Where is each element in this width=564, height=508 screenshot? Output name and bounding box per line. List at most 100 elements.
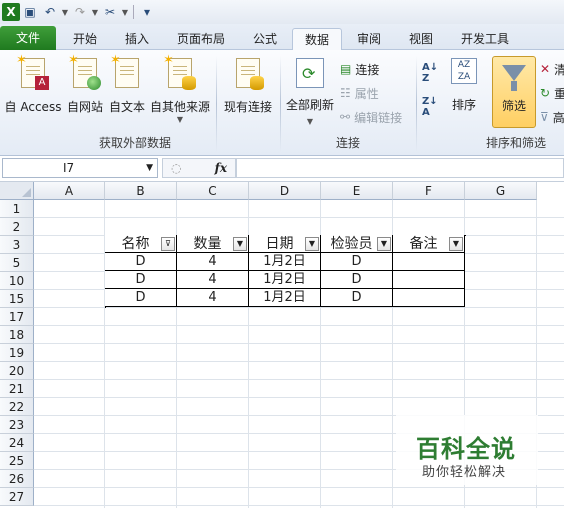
- edit-links-button[interactable]: ⚯ 编辑链接: [340, 108, 402, 126]
- filter-button[interactable]: 筛选: [492, 56, 536, 128]
- header-cell-date[interactable]: 日期 ▼: [249, 235, 321, 253]
- clear-filter-button[interactable]: ✕ 清: [540, 60, 564, 78]
- clear-filter-icon: ✕: [540, 62, 551, 76]
- cell-quantity[interactable]: 4: [177, 253, 249, 271]
- undo-dropdown-icon[interactable]: ▼: [60, 2, 70, 22]
- row-header[interactable]: 5: [0, 254, 34, 272]
- sort-descending-button[interactable]: Z↓ A: [422, 96, 438, 118]
- cell-name[interactable]: D: [105, 289, 177, 307]
- gridline: [34, 361, 564, 362]
- row-header[interactable]: 21: [0, 380, 34, 398]
- header-cell-remarks[interactable]: 备注 ▼: [393, 235, 465, 253]
- row-header[interactable]: 22: [0, 398, 34, 416]
- row-header[interactable]: 27: [0, 488, 34, 506]
- row-header[interactable]: 10: [0, 272, 34, 290]
- column-header-d[interactable]: D: [249, 182, 321, 200]
- excel-logo-icon[interactable]: X: [2, 3, 20, 21]
- save-icon[interactable]: ▣: [20, 2, 40, 22]
- tab-view[interactable]: 视图: [396, 28, 446, 50]
- row-header[interactable]: 20: [0, 362, 34, 380]
- cell-inspector-text: D: [351, 290, 362, 305]
- advanced-filter-button[interactable]: ⊽ 高: [540, 108, 564, 126]
- cell-date-text: 1月2日: [263, 272, 306, 287]
- filter-dropdown-icon[interactable]: ▼: [305, 237, 319, 251]
- row-header[interactable]: 15: [0, 290, 34, 308]
- column-header-a[interactable]: A: [34, 182, 105, 200]
- filter-dropdown-icon[interactable]: ▼: [377, 237, 391, 251]
- from-other-sources-button[interactable]: ✶ 自其他来源 ▼: [148, 53, 212, 124]
- from-text-button[interactable]: ✶ 自文本: [106, 53, 148, 115]
- cell-date[interactable]: 1月2日: [249, 289, 321, 307]
- existing-connections-button[interactable]: 现有连接: [220, 58, 276, 115]
- cell-date[interactable]: 1月2日: [249, 253, 321, 271]
- tools-icon[interactable]: ✂: [100, 2, 120, 22]
- filter-dropdown-icon[interactable]: ▼: [233, 237, 247, 251]
- connections-button[interactable]: ▤ 连接: [340, 60, 379, 78]
- reapply-button[interactable]: ↻ 重: [540, 84, 564, 102]
- column-header-e[interactable]: E: [321, 182, 393, 200]
- header-cell-name[interactable]: 名称 ⊽: [105, 235, 177, 253]
- row-header[interactable]: 3: [0, 236, 34, 254]
- from-web-button[interactable]: ✶ 自网站: [64, 53, 106, 115]
- name-box-dropdown-icon[interactable]: ▼: [146, 159, 153, 177]
- column-header-b[interactable]: B: [105, 182, 177, 200]
- watermark: 百科全说 助你轻松解决: [396, 415, 538, 485]
- dropdown-arrow-icon: ▼: [176, 115, 184, 124]
- cell-remarks[interactable]: [393, 289, 465, 307]
- cell-date[interactable]: 1月2日: [249, 271, 321, 289]
- column-header-g[interactable]: G: [465, 182, 537, 200]
- column-header-c[interactable]: C: [177, 182, 249, 200]
- cell-name[interactable]: D: [105, 271, 177, 289]
- group-separator: [280, 56, 281, 152]
- row-header[interactable]: 19: [0, 344, 34, 362]
- column-header-f[interactable]: F: [393, 182, 465, 200]
- tab-formulas[interactable]: 公式: [240, 28, 290, 50]
- tab-page-layout[interactable]: 页面布局: [166, 28, 236, 50]
- cell-quantity[interactable]: 4: [177, 271, 249, 289]
- cell-inspector[interactable]: D: [321, 289, 393, 307]
- row-header[interactable]: 2: [0, 218, 34, 236]
- redo-icon[interactable]: ↷: [70, 2, 90, 22]
- tab-data[interactable]: 数据: [292, 28, 342, 51]
- tab-file[interactable]: 文件: [0, 26, 56, 50]
- row-header[interactable]: 25: [0, 452, 34, 470]
- sort-ascending-button[interactable]: A↓ Z: [422, 62, 438, 84]
- row-header[interactable]: 24: [0, 434, 34, 452]
- select-all-corner[interactable]: [0, 182, 34, 200]
- redo-dropdown-icon[interactable]: ▼: [90, 2, 100, 22]
- formula-input[interactable]: [236, 158, 564, 178]
- properties-icon: ☷: [340, 86, 351, 100]
- cell-remarks[interactable]: [393, 271, 465, 289]
- sort-button[interactable]: AZ ZA 排序: [446, 58, 482, 113]
- name-box[interactable]: I7 ▼: [2, 158, 158, 178]
- advanced-filter-icon: ⊽: [540, 110, 549, 124]
- properties-button[interactable]: ☷ 属性: [340, 84, 379, 102]
- from-access-button[interactable]: ✶ A 自 Access: [4, 53, 62, 115]
- cell-inspector[interactable]: D: [321, 253, 393, 271]
- refresh-all-button[interactable]: ⟳ 全部刷新 ▼: [284, 58, 336, 126]
- tab-developer[interactable]: 开发工具: [452, 28, 518, 50]
- row-header[interactable]: 17: [0, 308, 34, 326]
- header-cell-quantity[interactable]: 数量 ▼: [177, 235, 249, 253]
- ribbon-data: ✶ A 自 Access ✶ 自网站 ✶ 自文本 ✶ 自其他来源 ▼ 现有连接 获…: [0, 50, 564, 156]
- tab-review[interactable]: 审阅: [344, 28, 394, 50]
- undo-icon[interactable]: ↶: [40, 2, 60, 22]
- ribbon-tabs: 文件 开始 插入 页面布局 公式 数据 审阅 视图 开发工具: [0, 24, 564, 51]
- tab-insert[interactable]: 插入: [112, 28, 162, 50]
- expand-icon[interactable]: ◌: [171, 161, 181, 175]
- filter-applied-dropdown-icon[interactable]: ⊽: [161, 237, 175, 251]
- cell-name[interactable]: D: [105, 253, 177, 271]
- cell-inspector[interactable]: D: [321, 271, 393, 289]
- cell-quantity[interactable]: 4: [177, 289, 249, 307]
- row-header[interactable]: 23: [0, 416, 34, 434]
- header-cell-inspector[interactable]: 检验员 ▼: [321, 235, 393, 253]
- tools-dropdown-icon[interactable]: ▼: [120, 2, 130, 22]
- row-header[interactable]: 18: [0, 326, 34, 344]
- insert-function-button[interactable]: fx: [215, 161, 227, 175]
- customize-qat-icon[interactable]: ▾: [137, 2, 157, 22]
- tab-home[interactable]: 开始: [60, 28, 110, 50]
- filter-dropdown-icon[interactable]: ▼: [449, 237, 463, 251]
- row-header[interactable]: 1: [0, 200, 34, 218]
- row-header[interactable]: 26: [0, 470, 34, 488]
- cell-remarks[interactable]: [393, 253, 465, 271]
